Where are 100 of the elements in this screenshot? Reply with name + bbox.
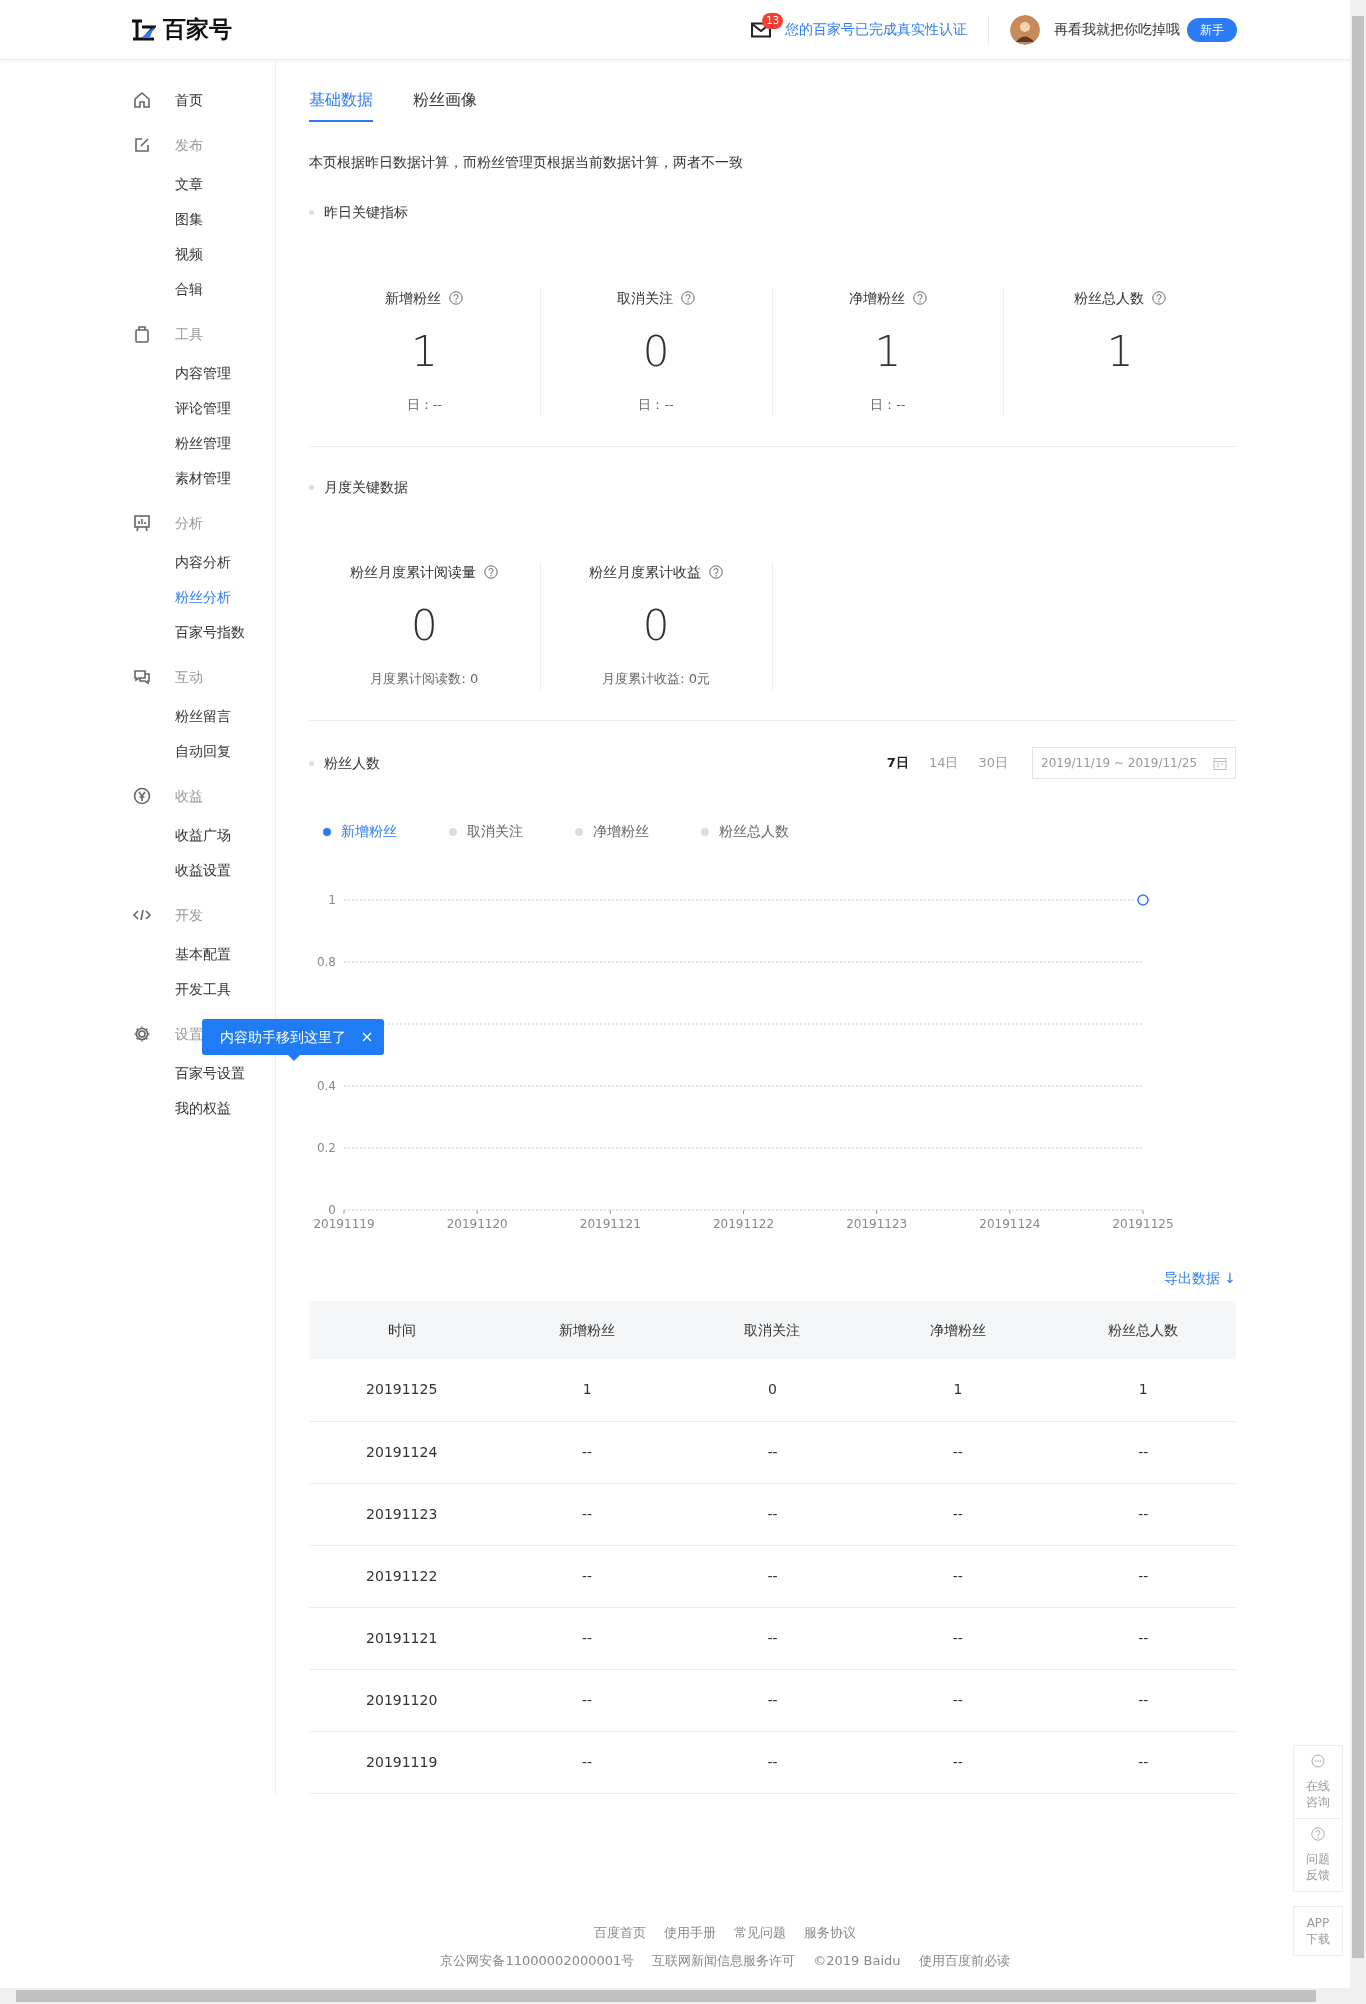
range-button[interactable]: 7日 [876,753,919,773]
table-cell: -- [679,1421,866,1483]
table-cell: -- [679,1669,866,1731]
sidebar-item[interactable]: 收益广场 [128,818,275,853]
sidebar-item[interactable]: 内容管理 [128,356,275,391]
user-name[interactable]: 再看我就把你吃掉哦 [1054,19,1180,40]
metric-value: 1 [1105,327,1135,377]
metric-value: 0 [641,327,671,377]
sidebar-item[interactable]: 粉丝留言 [128,699,275,734]
notice-text: 本页根据昨日数据计算，而粉丝管理页根据当前数据计算，两者不一致 [309,153,744,172]
tooltip-text: 内容助手移到这里了 [220,1027,346,1047]
table-cell: -- [494,1421,680,1483]
footer-link[interactable]: 服务协议 [804,1925,856,1940]
axis-label: 0.2 [316,1141,336,1155]
sidebar-group-label: 开发 [175,905,203,925]
table-cell: -- [494,1545,680,1607]
table-cell: -- [865,1607,1051,1669]
avatar[interactable] [1010,14,1040,45]
help-icon [681,291,696,305]
footer-link[interactable]: 京公网安备11000002000001号 [440,1952,635,1968]
legend-item[interactable]: 粉丝总人数 [701,821,789,842]
horizontal-scrollbar[interactable] [0,1988,1366,2004]
yen-coin-icon [133,787,151,805]
table-cell: -- [494,1669,680,1731]
axis-label: 0 [328,1203,336,1217]
metric-label: 粉丝月度累计阅读量 [350,563,477,582]
sidebar-item[interactable]: 评论管理 [128,391,275,426]
sidebar-item[interactable]: 开发工具 [128,972,275,1007]
chat-bubble-icon [1311,1754,1325,1768]
column-header: 时间 [309,1301,495,1359]
help-icon [709,565,724,579]
table-cell: -- [679,1483,866,1545]
footer-link[interactable]: ©2019 Baidu [813,1952,901,1968]
table-cell: 1 [494,1359,680,1421]
table-cell: -- [1050,1421,1236,1483]
axis-label: 20191122 [712,1217,775,1231]
footer-link[interactable]: 常见问题 [734,1925,786,1940]
metric-label: 粉丝总人数 [1074,289,1145,308]
section-title: 月度关键数据 [324,478,408,497]
legend-item[interactable]: 取消关注 [449,821,523,842]
sidebar-item[interactable]: 文章 [128,167,275,202]
table-cell: -- [1050,1731,1236,1793]
sidebar-item[interactable]: 首页 [128,82,275,118]
logo-icon [130,17,156,42]
bullet-dot [309,485,314,490]
sidebar-item[interactable]: 粉丝分析 [128,580,275,615]
sidebar-item[interactable]: 视频 [128,237,275,272]
axis-label: 20191123 [846,1217,908,1231]
bag-icon [133,325,151,343]
sidebar-item[interactable]: 内容分析 [128,545,275,580]
sidebar-item[interactable]: 合辑 [128,272,275,307]
sidebar-item[interactable]: 基本配置 [128,937,275,972]
sidebar-item[interactable]: 自动回复 [128,734,275,769]
sidebar-item[interactable]: 百家号指数 [128,615,275,650]
table-cell: 20191125 [309,1359,495,1421]
edit-icon [133,136,151,154]
table-cell: 20191121 [309,1607,495,1669]
help-icon [1152,291,1167,305]
metric-label: 粉丝月度累计收益 [589,563,702,582]
section-title: 粉丝人数 [324,753,380,773]
sidebar-item[interactable]: 百家号设置 [128,1056,275,1091]
footer-link[interactable]: 百度首页 [594,1925,646,1940]
data-point[interactable] [1137,894,1149,906]
export-link[interactable]: 导出数据 ↓ [1163,1270,1236,1286]
metric-value: 1 [410,327,439,377]
close-icon [362,1032,372,1042]
table-cell: 20191119 [309,1731,495,1793]
board-icon [133,514,151,532]
tab[interactable]: 粉丝画像 [413,88,477,122]
legend-item[interactable]: 新增粉丝 [323,821,397,842]
footer-link[interactable]: 使用手册 [664,1925,716,1940]
table-cell: -- [679,1545,866,1607]
vertical-scrollbar[interactable] [1350,0,1366,1988]
sidebar-item[interactable]: 粉丝管理 [128,426,275,461]
scrollbar-thumb[interactable] [16,1990,1316,2002]
sidebar-group-label: 收益 [175,786,203,806]
axis-label: 20191121 [579,1217,641,1231]
footer-link[interactable]: 互联网新闻信息服务许可 [652,1952,796,1968]
chat-icon [133,668,151,686]
sidebar-item[interactable]: 收益设置 [128,853,275,888]
calendar-icon [1213,756,1227,770]
sidebar-item[interactable]: 素材管理 [128,461,275,496]
table-cell: -- [494,1607,680,1669]
scrollbar-thumb[interactable] [1352,16,1364,1958]
table-cell: -- [1050,1607,1236,1669]
tab[interactable]: 基础数据 [309,88,373,122]
metric-label: 净增粉丝 [848,289,905,308]
sidebar-item[interactable]: 我的权益 [128,1091,275,1126]
help-icon [484,565,499,579]
code-icon [132,908,152,922]
legend-item[interactable]: 净增粉丝 [575,821,649,842]
footer-link[interactable]: 使用百度前必读 [918,1952,1010,1968]
level-badge-button[interactable]: 新手 [1187,17,1237,42]
sidebar-item[interactable]: 图集 [128,202,275,237]
table-cell: 20191120 [309,1669,495,1731]
close-button[interactable] [362,1032,372,1042]
verification-link[interactable]: 您的百家号已完成真实性认证 [785,19,967,40]
table-cell: -- [679,1607,866,1669]
table-cell: -- [865,1669,1051,1731]
column-header: 新增粉丝 [494,1301,680,1359]
